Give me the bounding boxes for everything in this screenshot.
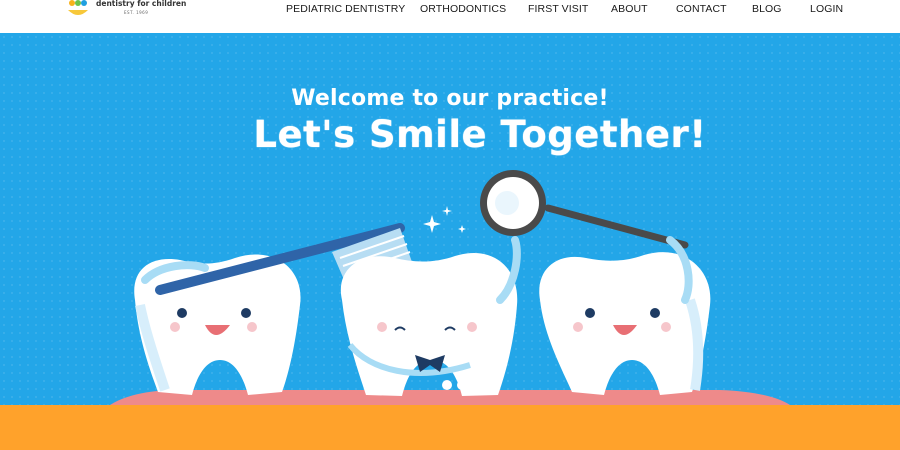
bottom-accent-bar xyxy=(0,405,900,450)
hero-illustration xyxy=(110,170,790,405)
sparkle-icon xyxy=(423,206,466,233)
tagline-heading: Let's Smile Together! xyxy=(253,113,707,156)
tooth-with-bowtie-icon xyxy=(340,236,521,396)
welcome-heading: Welcome to our practice! xyxy=(291,86,609,111)
